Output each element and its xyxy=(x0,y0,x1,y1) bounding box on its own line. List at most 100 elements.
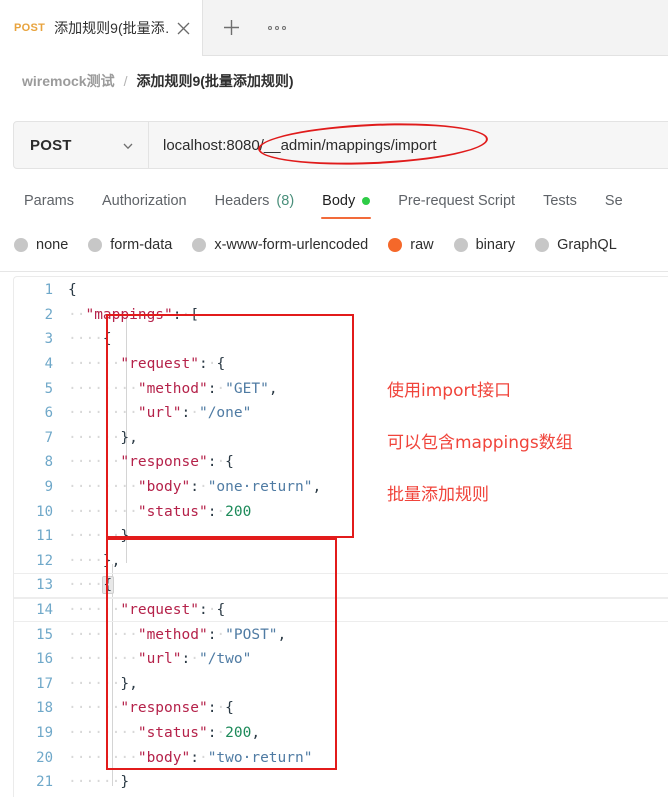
line-number: 15 xyxy=(36,626,53,643)
tab-authorization[interactable]: Authorization xyxy=(88,183,201,219)
request-url-input[interactable]: localhost:8080/__admin/mappings/import xyxy=(149,121,668,169)
tab-pre-request-script[interactable]: Pre-request Script xyxy=(384,183,529,219)
tab-pre-request-script-label: Pre-request Script xyxy=(398,193,516,209)
body-type-raw[interactable]: raw xyxy=(388,237,434,253)
code-token: "mappings" xyxy=(85,306,173,323)
indent-dots: ········ xyxy=(68,503,138,520)
code-line: 15 ········"method":·"POST", xyxy=(14,622,668,647)
line-number: 1 xyxy=(44,282,53,299)
body-type-none-label: none xyxy=(36,237,69,253)
code-line-text: ······} xyxy=(68,774,129,790)
indent-dots: ········ xyxy=(68,405,138,422)
code-token: "response" xyxy=(120,454,208,471)
code-token: · xyxy=(181,306,191,323)
code-line: 14 ······"request":·{ xyxy=(14,598,668,623)
indent-dots: ······ xyxy=(68,429,121,446)
code-token: · xyxy=(190,651,199,668)
close-icon[interactable] xyxy=(172,17,194,39)
code-lines: 1{2 ··"mappings":·[3 ····{4 ······"request"… xyxy=(14,277,668,797)
code-token: 200 xyxy=(225,724,252,741)
code-line-text: ········"url":·"/one" xyxy=(68,405,251,421)
tab-settings-label: Se xyxy=(604,193,623,209)
code-line-text: ····{ xyxy=(68,331,112,347)
body-type-urlencoded[interactable]: x-www-form-urlencoded xyxy=(192,237,368,253)
code-line: 12 ····}, xyxy=(14,549,668,574)
line-number: 19 xyxy=(36,724,53,741)
code-line: 21 ······} xyxy=(14,770,668,795)
code-line: 13 ····{ xyxy=(14,573,668,598)
code-token: [ xyxy=(190,306,199,323)
breadcrumb-collection[interactable]: wiremock测试 xyxy=(22,71,115,91)
radio-icon xyxy=(453,238,468,252)
line-number: 17 xyxy=(36,675,53,692)
indent-dots: ······ xyxy=(68,675,121,692)
radio-icon xyxy=(535,238,550,252)
line-number: 14 xyxy=(36,602,53,619)
code-token: } xyxy=(120,774,130,791)
indent-dots: ········ xyxy=(68,651,138,668)
code-token: } xyxy=(120,528,130,545)
code-token: , xyxy=(277,626,287,643)
request-body-editor[interactable]: 1{2 ··"mappings":·[3 ····{4 ······"request"… xyxy=(13,276,668,797)
code-token: { xyxy=(102,331,112,348)
code-line-text: ······} xyxy=(68,528,129,544)
section-divider xyxy=(0,271,668,272)
postman-request-screen: POST 添加规则9(批量添… wiremock测试 / 添加规则9(批量添加规… xyxy=(0,0,668,797)
code-token: "url" xyxy=(137,651,182,668)
breadcrumb: wiremock测试 / 添加规则9(批量添加规则) xyxy=(0,56,668,106)
tab-tests[interactable]: Tests xyxy=(529,183,591,219)
tab-params[interactable]: Params xyxy=(10,183,88,219)
http-method-value: POST xyxy=(30,136,72,154)
indent-dots: ······ xyxy=(68,602,121,619)
code-line: 10 ········"status":·200 xyxy=(14,499,668,524)
code-token: : xyxy=(190,479,199,496)
request-section-tabs: Params Authorization Headers (8) Body Pr… xyxy=(0,183,668,219)
indent-dots: ······ xyxy=(68,774,121,791)
tab-body-label: Body xyxy=(322,193,356,209)
http-method-select[interactable]: POST xyxy=(13,121,149,169)
tab-headers-count: (8) xyxy=(276,193,295,209)
code-token: · xyxy=(216,626,226,643)
line-number: 7 xyxy=(44,429,53,446)
url-bar: POST localhost:8080/__admin/mappings/imp… xyxy=(13,121,668,169)
body-type-binary[interactable]: binary xyxy=(453,237,515,253)
code-line: 20 ········"body":·"two·return" xyxy=(14,745,668,770)
more-options-icon[interactable] xyxy=(265,16,289,40)
tab-headers-label: Headers xyxy=(214,193,270,209)
line-number: 20 xyxy=(36,749,53,766)
tab-headers[interactable]: Headers (8) xyxy=(201,183,309,219)
code-line: 18 ······"response":·{ xyxy=(14,696,668,721)
body-type-none[interactable]: none xyxy=(14,237,68,253)
code-token: "status" xyxy=(137,724,208,741)
plus-icon[interactable] xyxy=(219,16,243,40)
tab-title-label: 添加规则9(批量添… xyxy=(54,20,168,36)
code-line-text: ········"body":·"one·return", xyxy=(68,479,321,495)
body-type-graphql[interactable]: GraphQL xyxy=(535,237,617,253)
code-token: { xyxy=(216,356,226,373)
tab-settings[interactable]: Se xyxy=(591,183,637,219)
code-token: "one·return" xyxy=(207,479,313,496)
radio-selected-icon xyxy=(388,238,403,252)
body-type-form-data[interactable]: form-data xyxy=(88,237,172,253)
tab-strip-actions xyxy=(203,0,289,55)
body-type-form-data-label: form-data xyxy=(110,237,173,253)
code-token: · xyxy=(198,479,208,496)
code-line-text: ······}, xyxy=(68,676,138,692)
request-tab[interactable]: POST 添加规则9(批量添… xyxy=(0,0,203,56)
line-number: 6 xyxy=(44,405,53,422)
tab-tests-label: Tests xyxy=(543,193,577,209)
body-type-graphql-label: GraphQL xyxy=(557,237,617,253)
indent-dots: ···· xyxy=(68,552,103,569)
indent-dots: ···· xyxy=(68,331,103,348)
tab-body[interactable]: Body xyxy=(308,183,384,219)
code-line-text: ······"request":·{ xyxy=(68,356,225,372)
line-number: 9 xyxy=(44,479,53,496)
code-token: }, xyxy=(102,552,121,569)
code-line: 5 ········"method":·"GET", xyxy=(14,376,668,401)
code-line: 4 ······"request":·{ xyxy=(14,352,668,377)
line-number: 18 xyxy=(36,700,53,717)
code-line: 3 ····{ xyxy=(14,327,668,352)
code-line: 2 ··"mappings":·[ xyxy=(14,303,668,328)
body-type-radio-group: none form-data x-www-form-urlencoded raw… xyxy=(0,228,668,262)
breadcrumb-separator: / xyxy=(123,73,128,89)
